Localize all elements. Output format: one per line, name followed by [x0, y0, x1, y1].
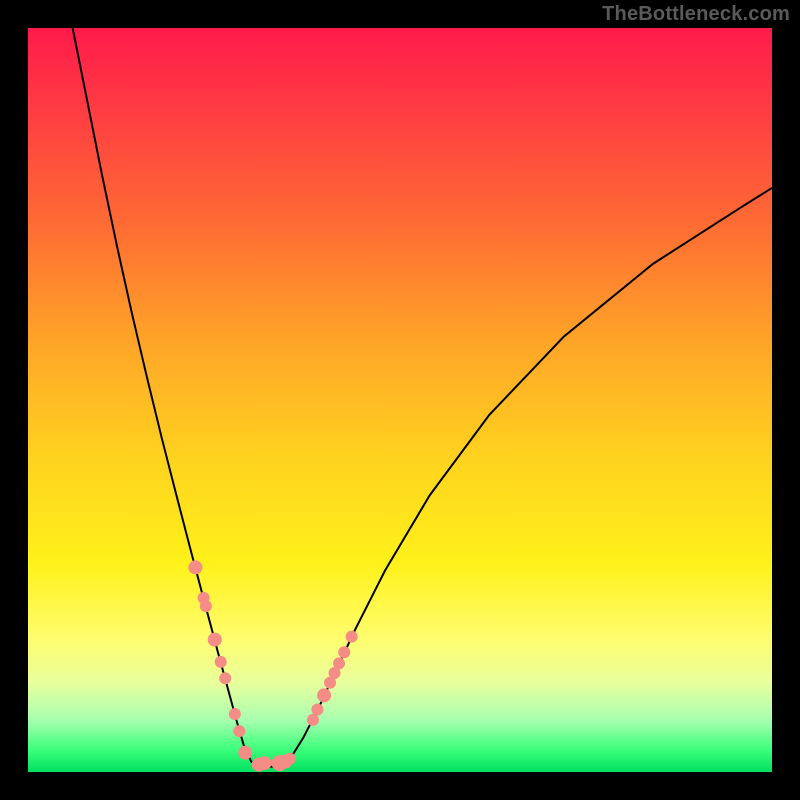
bottleneck-curve — [73, 28, 772, 767]
data-point — [229, 708, 241, 720]
data-point — [233, 725, 245, 737]
data-point — [219, 672, 231, 684]
data-point — [317, 688, 331, 702]
data-point — [200, 600, 212, 612]
watermark-text: TheBottleneck.com — [602, 3, 790, 26]
data-point — [307, 714, 319, 726]
data-point — [188, 560, 202, 574]
chart-svg — [28, 28, 772, 772]
data-point — [333, 657, 345, 669]
data-point — [338, 646, 350, 658]
data-point — [311, 704, 323, 716]
data-point — [208, 633, 222, 647]
chart-plot-area — [28, 28, 772, 772]
data-point-group — [188, 560, 357, 771]
data-point — [215, 656, 227, 668]
stage: TheBottleneck.com — [0, 0, 800, 800]
data-point — [346, 631, 358, 643]
data-point — [284, 753, 296, 765]
data-point — [238, 746, 252, 760]
data-point — [258, 756, 272, 770]
